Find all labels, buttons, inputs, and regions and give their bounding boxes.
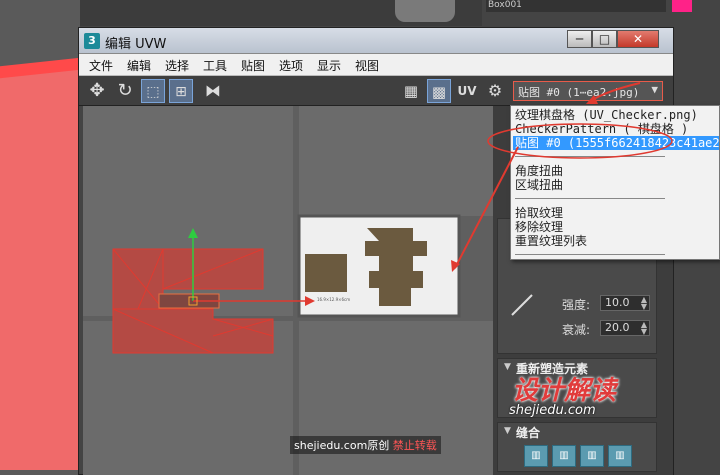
dropdown-divider [515, 198, 665, 199]
menu-display[interactable]: 显示 [317, 57, 341, 74]
gizmo-y-arrow-icon[interactable] [188, 228, 198, 238]
strength-spinner[interactable]: 10.0 ▲ ▼ [600, 295, 650, 311]
dropdown-divider [515, 254, 665, 255]
chevron-down-icon: ▼ [651, 83, 658, 96]
copyright-site: shejiedu.com原创 [294, 439, 390, 452]
texture-map-list: 纹理棋盘格 (UV_Checker.png) CheckerPattern ( … [510, 105, 720, 260]
uv-editor-canvas[interactable]: 16.9×12.9×6cm [83, 106, 493, 475]
dropdown-item-angle-distortion[interactable]: 角度扭曲 [513, 164, 719, 178]
menu-select[interactable]: 选择 [165, 57, 189, 74]
falloff-label: 衰减: [562, 323, 591, 337]
freeform-icon[interactable]: ⊞ [169, 79, 193, 103]
collapse-caret-icon[interactable]: ▼ [504, 426, 511, 436]
collapse-caret-icon[interactable]: ▼ [504, 362, 511, 372]
dropdown-item-checker-pattern[interactable]: CheckerPattern ( 棋盘格 ) [513, 122, 719, 136]
uv-button[interactable]: UV [455, 79, 479, 103]
dropdown-item-checker-png[interactable]: 纹理棋盘格 (UV_Checker.png) [513, 108, 719, 122]
viewport-background [0, 0, 80, 475]
stitch-target-button[interactable]: ▥ [524, 445, 548, 467]
uv-layout-drawing: 16.9×12.9×6cm [112, 214, 461, 354]
copyright-notice: 禁止转载 [392, 439, 437, 452]
viewport-object [395, 0, 455, 22]
menu-bar: 文件 编辑 选择 工具 贴图 选项 显示 视图 [79, 54, 673, 76]
app-icon: 3 [84, 33, 100, 49]
menu-edit[interactable]: 编辑 [127, 57, 151, 74]
package-dimension-label: 16.9×12.9×6cm [317, 297, 350, 302]
object-color-swatch[interactable] [672, 0, 692, 12]
screen: Box001 3 编辑 UVW ─ □ ✕ 文件 编辑 选择 工具 贴图 选项 … [0, 0, 720, 475]
stitch-average-button[interactable]: ▥ [552, 445, 576, 467]
menu-tools[interactable]: 工具 [203, 57, 227, 74]
texture-map-value: 贴图 #0 (1⋯ea2.jpg) [518, 86, 640, 99]
strength-label: 强度: [562, 298, 591, 312]
menu-view[interactable]: 视图 [355, 57, 379, 74]
falloff-value: 20.0 [605, 321, 630, 334]
stitch-custom-button[interactable]: ▥ [608, 445, 632, 467]
package-photo [305, 254, 347, 292]
dropdown-divider [515, 156, 665, 157]
selected-box-object [0, 70, 80, 470]
dropdown-item-remove-texture[interactable]: 移除纹理 [513, 220, 719, 234]
scale-icon[interactable]: ⬚ [141, 79, 165, 103]
minimize-button[interactable]: ─ [567, 30, 592, 48]
texture-icon[interactable]: ▩ [427, 79, 451, 103]
menu-file[interactable]: 文件 [89, 57, 113, 74]
stitch-title[interactable]: 缝合 [516, 424, 540, 441]
window-title: 编辑 UVW [105, 37, 167, 52]
stitch-rollout: ▼ 缝合 ▥ ▥ ▥ ▥ [497, 422, 657, 472]
texture-map-dropdown[interactable]: 贴图 #0 (1⋯ea2.jpg) ▼ [513, 81, 663, 101]
watermark-url: shejiedu.com [509, 403, 596, 418]
checker-icon[interactable]: ▦ [399, 79, 423, 103]
spinner-arrows-icon[interactable]: ▲ ▼ [641, 321, 647, 336]
falloff-spinner[interactable]: 20.0 ▲ ▼ [600, 320, 650, 336]
stitch-source-button[interactable]: ▥ [580, 445, 604, 467]
dropdown-item-area-distortion[interactable]: 区域扭曲 [513, 178, 719, 192]
menu-options[interactable]: 选项 [279, 57, 303, 74]
strength-value: 10.0 [605, 296, 630, 309]
close-button[interactable]: ✕ [617, 30, 659, 48]
toolbar: ✥ ↻ ⬚ ⊞ ⧓ ▦ ▩ UV ⚙ 贴图 #0 (1⋯ea2.jpg) ▼ [79, 76, 673, 106]
maximize-button[interactable]: □ [592, 30, 617, 48]
copyright-banner: shejiedu.com原创 禁止转载 [290, 436, 441, 454]
title-bar[interactable]: 3 编辑 UVW ─ □ ✕ [79, 28, 673, 54]
move-icon[interactable]: ✥ [85, 79, 109, 103]
dropdown-item-reset-texture-list[interactable]: 重置纹理列表 [513, 234, 719, 248]
menu-map[interactable]: 贴图 [241, 57, 265, 74]
watermark-logo: 设计解读 [512, 376, 617, 406]
spinner-arrows-icon[interactable]: ▲ ▼ [641, 296, 647, 311]
object-name-field[interactable]: Box001 [486, 0, 666, 12]
dropdown-item-pick-texture[interactable]: 拾取纹理 [513, 206, 719, 220]
mirror-icon[interactable]: ⧓ [201, 79, 225, 103]
rotate-icon[interactable]: ↻ [113, 79, 137, 103]
brush-icon [511, 294, 533, 316]
dropdown-item-map-0[interactable]: 贴图 #0 (1555f662418423c41ae2 [513, 136, 719, 150]
settings-icon[interactable]: ⚙ [483, 79, 507, 103]
